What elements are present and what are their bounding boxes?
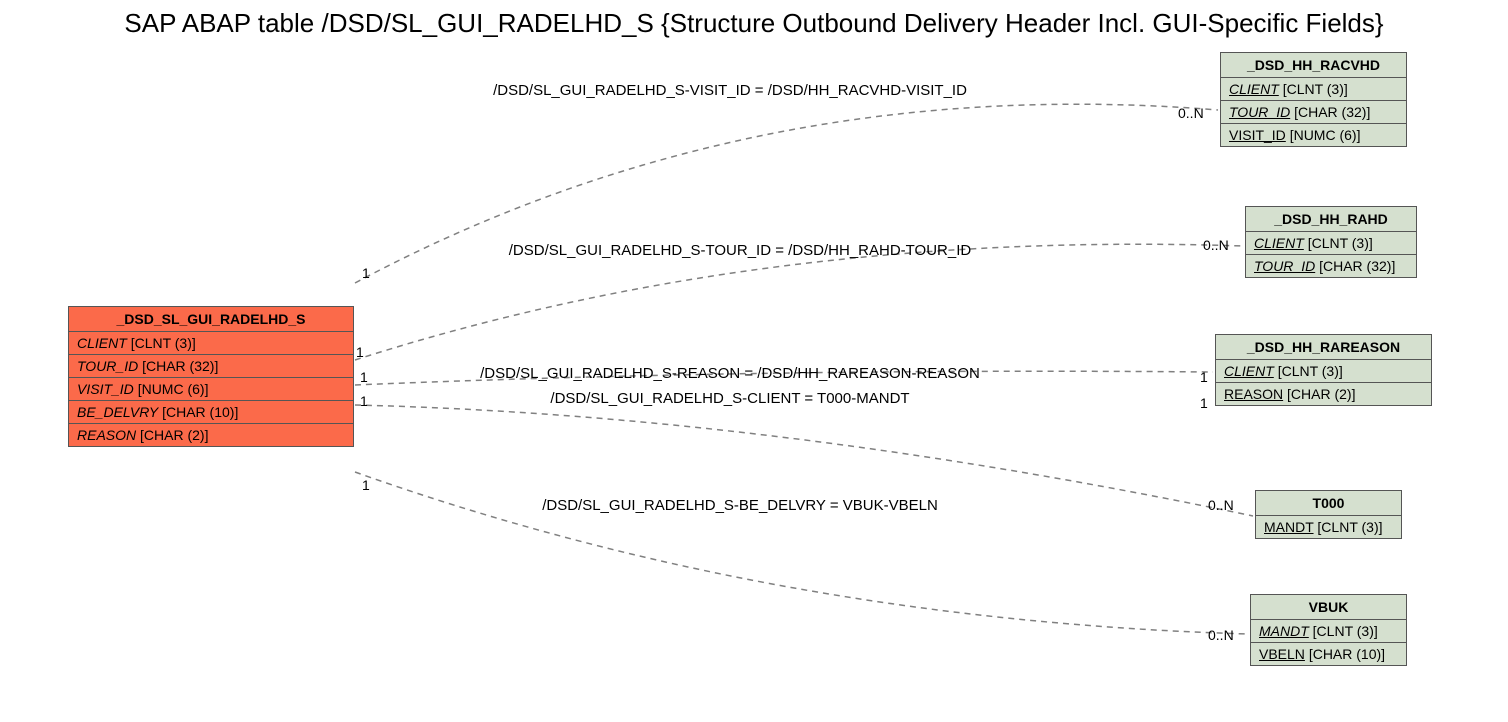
entity-rareason-name: _DSD_HH_RAREASON: [1216, 335, 1431, 360]
edge-racvhd-right-card: 0..N: [1178, 105, 1204, 121]
edge-vbuk-right-card: 0..N: [1208, 627, 1234, 643]
entity-main-field-reason: REASON [CHAR (2)]: [69, 424, 353, 446]
field-type: [CHAR (32)]: [1294, 104, 1370, 120]
field-name: CLIENT: [1224, 363, 1274, 379]
field-name: CLIENT: [1254, 235, 1304, 251]
entity-racvhd-field-tour-id: TOUR_ID [CHAR (32)]: [1221, 101, 1406, 124]
edge-t000-left-card: 1: [360, 393, 368, 409]
field-type: [CLNT (3)]: [1313, 623, 1378, 639]
field-name: BE_DELVRY: [77, 404, 158, 420]
entity-rareason-field-reason: REASON [CHAR (2)]: [1216, 383, 1431, 405]
field-name: MANDT: [1259, 623, 1309, 639]
entity-main-field-visit-id: VISIT_ID [NUMC (6)]: [69, 378, 353, 401]
field-name: REASON: [1224, 386, 1283, 402]
entity-racvhd-field-client: CLIENT [CLNT (3)]: [1221, 78, 1406, 101]
entity-rahd-name: _DSD_HH_RAHD: [1246, 207, 1416, 232]
entity-main-field-client: CLIENT [CLNT (3)]: [69, 332, 353, 355]
entity-rahd-field-tour-id: TOUR_ID [CHAR (32)]: [1246, 255, 1416, 277]
edge-racvhd-label: /DSD/SL_GUI_RADELHD_S-VISIT_ID = /DSD/HH…: [493, 82, 967, 99]
edge-rahd-right-card: 0..N: [1203, 237, 1229, 253]
entity-racvhd-field-visit-id: VISIT_ID [NUMC (6)]: [1221, 124, 1406, 146]
entity-main-field-tour-id: TOUR_ID [CHAR (32)]: [69, 355, 353, 378]
field-name: REASON: [77, 427, 136, 443]
field-type: [CHAR (2)]: [1287, 386, 1355, 402]
entity-vbuk-field-mandt: MANDT [CLNT (3)]: [1251, 620, 1406, 643]
field-type: [NUMC (6)]: [138, 381, 209, 397]
edge-t000: [355, 405, 1253, 516]
field-name: CLIENT: [1229, 81, 1279, 97]
field-type: [CHAR (10)]: [1309, 646, 1385, 662]
field-type: [CLNT (3)]: [1308, 235, 1373, 251]
edge-vbuk-left-card: 1: [362, 477, 370, 493]
edge-racvhd-left-card: 1: [362, 265, 370, 281]
entity-racvhd-name: _DSD_HH_RACVHD: [1221, 53, 1406, 78]
entity-rahd-field-client: CLIENT [CLNT (3)]: [1246, 232, 1416, 255]
field-name: TOUR_ID: [1229, 104, 1290, 120]
field-type: [CLNT (3)]: [1283, 81, 1348, 97]
field-type: [NUMC (6)]: [1290, 127, 1361, 143]
edge-rahd-label: /DSD/SL_GUI_RADELHD_S-TOUR_ID = /DSD/HH_…: [509, 242, 972, 259]
field-name: TOUR_ID: [1254, 258, 1315, 274]
entity-vbuk: VBUK MANDT [CLNT (3)] VBELN [CHAR (10)]: [1250, 594, 1407, 666]
entity-t000-field-mandt: MANDT [CLNT (3)]: [1256, 516, 1401, 538]
edge-vbuk-right-card-upper: 0..N: [1208, 497, 1234, 513]
entity-main: _DSD_SL_GUI_RADELHD_S CLIENT [CLNT (3)] …: [68, 306, 354, 447]
entity-t000: T000 MANDT [CLNT (3)]: [1255, 490, 1402, 539]
entity-vbuk-name: VBUK: [1251, 595, 1406, 620]
field-type: [CHAR (32)]: [142, 358, 218, 374]
edge-rareason: [355, 371, 1213, 385]
entity-main-name: _DSD_SL_GUI_RADELHD_S: [69, 307, 353, 332]
page-title: SAP ABAP table /DSD/SL_GUI_RADELHD_S {St…: [0, 8, 1508, 39]
entity-vbuk-field-vbeln: VBELN [CHAR (10)]: [1251, 643, 1406, 665]
edge-racvhd: [355, 104, 1218, 283]
field-type: [CLNT (3)]: [1317, 519, 1382, 535]
edge-rahd-left-card: 1: [356, 344, 364, 360]
field-type: [CLNT (3)]: [1278, 363, 1343, 379]
field-type: [CHAR (2)]: [140, 427, 208, 443]
field-type: [CHAR (32)]: [1319, 258, 1395, 274]
edge-rahd: [355, 244, 1243, 360]
edge-vbuk-label: /DSD/SL_GUI_RADELHD_S-BE_DELVRY = VBUK-V…: [542, 497, 938, 514]
entity-main-field-be-delvry: BE_DELVRY [CHAR (10)]: [69, 401, 353, 424]
entity-t000-name: T000: [1256, 491, 1401, 516]
entity-rareason: _DSD_HH_RAREASON CLIENT [CLNT (3)] REASO…: [1215, 334, 1432, 406]
edge-rareason-left-card: 1: [360, 369, 368, 385]
edge-rareason-right-card: 1: [1200, 369, 1208, 385]
entity-rareason-field-client: CLIENT [CLNT (3)]: [1216, 360, 1431, 383]
field-name: TOUR_ID: [77, 358, 138, 374]
field-name: VISIT_ID: [1229, 127, 1286, 143]
edge-vbuk: [355, 472, 1248, 634]
field-name: VBELN: [1259, 646, 1305, 662]
field-name: VISIT_ID: [77, 381, 134, 397]
edge-t000-label: /DSD/SL_GUI_RADELHD_S-CLIENT = T000-MAND…: [550, 390, 909, 407]
edge-rareason-label: /DSD/SL_GUI_RADELHD_S-REASON = /DSD/HH_R…: [480, 365, 980, 382]
field-type: [CLNT (3)]: [131, 335, 196, 351]
entity-racvhd: _DSD_HH_RACVHD CLIENT [CLNT (3)] TOUR_ID…: [1220, 52, 1407, 147]
edge-t000-right-card: 1: [1200, 395, 1208, 411]
entity-rahd: _DSD_HH_RAHD CLIENT [CLNT (3)] TOUR_ID […: [1245, 206, 1417, 278]
field-type: [CHAR (10)]: [162, 404, 238, 420]
field-name: CLIENT: [77, 335, 127, 351]
field-name: MANDT: [1264, 519, 1314, 535]
